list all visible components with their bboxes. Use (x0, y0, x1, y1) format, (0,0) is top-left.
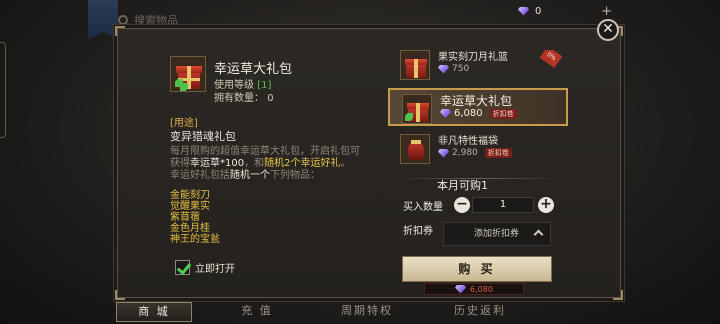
search-placeholder: 搜索物品 (134, 14, 178, 27)
diamond-icon (438, 148, 449, 158)
search-icon (118, 15, 128, 25)
desc-highlight: 随机一个 (230, 170, 270, 181)
reward-item: 金色月桂 (170, 223, 210, 234)
price-value: 750 (452, 64, 470, 74)
shop-item-name: 果实刻刀月礼篮 (438, 52, 508, 63)
panel-corner (613, 290, 623, 300)
close-button[interactable]: ✕ (597, 19, 619, 41)
shop-item-list[interactable]: 果实刻刀月礼篮 750 0% 幸运草大礼包 6,080 折扣卷 非凡特性福袋 2… (388, 50, 570, 168)
shop-item-name: 幸运草大礼包 (440, 94, 513, 108)
quantity-input[interactable]: 1 (472, 197, 534, 213)
add-currency-button[interactable]: + (601, 4, 612, 19)
chevron-up-icon (533, 229, 544, 240)
shop-item-price: 2,980 折扣卷 (438, 148, 512, 158)
reward-list: 金能刻刀 觉醒果实 紫苜蓿 金色月桂 神王的宝瓮 (170, 190, 220, 245)
coupon-placeholder: 添加折扣券 (474, 229, 520, 239)
bottom-nav: 商 城 充 值 周期特权 历史返利 (110, 300, 530, 324)
tab-shop[interactable]: 商 城 (116, 302, 192, 322)
diamond-currency: 0 + (518, 3, 612, 19)
monthly-limit-text: 本月可购1 (437, 179, 488, 192)
panel-corner (115, 26, 125, 36)
reward-item: 神王的宝瓮 (170, 234, 220, 245)
item-name: 幸运草大礼包 (214, 62, 293, 77)
owned-label: 拥有数量： (214, 93, 264, 104)
tab-privileges[interactable]: 周期特权 (332, 302, 402, 322)
panel-corner (115, 290, 125, 300)
usage-title: 变异猎魂礼包 (170, 130, 236, 143)
desc-highlight: 随机2个幸运好礼 (264, 158, 341, 169)
shop-list-item-selected[interactable]: 幸运草大礼包 6,080 折扣卷 (388, 88, 568, 126)
shop-item-price: 750 (438, 64, 469, 74)
desc-text: 下列物品： (270, 170, 320, 181)
shop-item-price: 6,080 折扣卷 (440, 108, 517, 119)
desc-text: 幸运好礼包括 (170, 170, 230, 181)
shop-item-name: 非凡特性福袋 (438, 136, 498, 147)
diamond-count: 0 (535, 5, 542, 17)
owned-value: 0 (267, 93, 274, 104)
diamond-icon (455, 284, 467, 294)
desc-text: ，和 (244, 158, 265, 169)
buy-price-value: 6,080 (470, 284, 493, 294)
quantity-label: 买入数量 (403, 202, 443, 213)
item-owned-count: 拥有数量： 0 (214, 89, 274, 104)
item-description: 每月限购的超值幸运草大礼包，开启礼包可获得幸运草*100，和随机2个幸运好礼。 … (170, 146, 360, 182)
quantity-decrease-button[interactable]: − (454, 197, 470, 213)
shop-list-item[interactable]: 果实刻刀月礼篮 750 0% (388, 50, 568, 84)
lucky-clover-giftbox-icon (170, 56, 206, 92)
diamond-icon (440, 109, 451, 118)
fruit-basket-icon (400, 50, 430, 80)
price-value: 2,980 (452, 148, 478, 158)
tab-rebate-history[interactable]: 历史返利 (442, 302, 518, 322)
auto-open-toggle[interactable]: 立即打开 (175, 260, 235, 275)
auto-open-checkbox[interactable] (175, 260, 190, 275)
desc-highlight: 幸运草*100 (190, 158, 245, 169)
desc-text: 。 (340, 158, 351, 169)
coupon-label: 折扣券 (403, 226, 433, 237)
reward-item: 觉醒果实 (170, 201, 210, 212)
diamond-icon (518, 6, 529, 16)
reward-item: 金能刻刀 (170, 190, 210, 201)
side-drawer-handle[interactable] (0, 42, 6, 138)
lucky-clover-giftbox-icon (402, 94, 432, 124)
buy-button[interactable]: 购 买 (402, 256, 552, 282)
discount-badge: 折扣卷 (484, 148, 512, 158)
buy-total-price: 6,080 (424, 283, 524, 295)
quantity-increase-button[interactable]: + (538, 197, 554, 213)
usage-tag: [用途] (170, 118, 198, 129)
lucky-bag-icon (400, 134, 430, 164)
coupon-dropdown[interactable]: 添加折扣券 (443, 222, 551, 246)
discount-badge: 折扣卷 (489, 108, 517, 119)
reward-item: 紫苜蓿 (170, 212, 200, 223)
auto-open-label: 立即打开 (195, 264, 235, 275)
diamond-icon (438, 64, 449, 74)
tab-recharge[interactable]: 充 值 (222, 302, 292, 322)
price-value: 6,080 (454, 108, 483, 119)
shop-list-item[interactable]: 非凡特性福袋 2,980 折扣卷 (388, 130, 568, 168)
search-bar[interactable]: 搜索物品 (118, 12, 178, 28)
discount-ribbon: 0% (539, 50, 563, 68)
